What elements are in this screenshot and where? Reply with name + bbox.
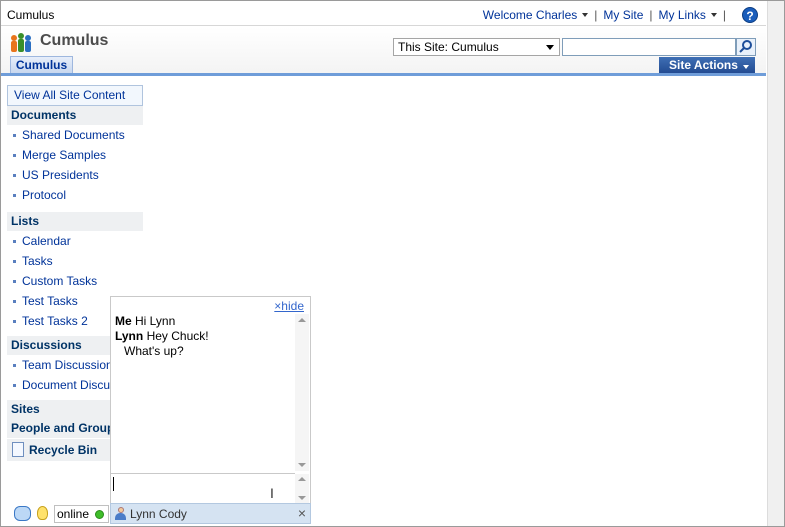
my-links-label: My Links: [658, 8, 706, 22]
search-input[interactable]: [562, 38, 736, 56]
ql-item[interactable]: Custom Tasks: [7, 271, 143, 291]
ql-heading-documents[interactable]: Documents: [7, 106, 143, 125]
ibeam-cursor-icon: I: [270, 485, 274, 501]
lightbulb-icon[interactable]: [37, 506, 48, 520]
ql-item[interactable]: Tasks: [7, 251, 143, 271]
page-title[interactable]: Cumulus: [40, 32, 108, 50]
chat-status-bar: online Lynn Cody ×: [8, 503, 311, 524]
search-scope-value: This Site: Cumulus: [398, 40, 499, 54]
view-all-site-content-link[interactable]: View All Site Content: [7, 85, 143, 106]
chat-message-input[interactable]: I: [111, 473, 295, 504]
chat-window: ×hide Me Hi Lynn Lynn Hey Chuck! What's …: [110, 296, 311, 504]
chevron-down-icon: [582, 13, 589, 17]
ql-heading-lists[interactable]: Lists: [7, 212, 143, 231]
presence-status[interactable]: online: [54, 505, 109, 523]
online-status-icon: [95, 510, 104, 519]
ql-item[interactable]: Merge Samples: [7, 145, 143, 165]
ql-item[interactable]: Protocol: [7, 185, 143, 205]
person-icon: [115, 507, 126, 521]
chat-message: Me Hi Lynn: [115, 314, 291, 329]
recycle-bin-icon: [12, 442, 24, 457]
site-header: Cumulus This Site: Cumulus: [1, 27, 766, 75]
chat-contact-tab[interactable]: Lynn Cody ×: [110, 503, 311, 524]
separator: |: [722, 8, 726, 22]
scroll-down-icon[interactable]: [298, 496, 306, 500]
site-actions-button[interactable]: Site Actions: [659, 57, 755, 74]
chat-text: Hey Chuck!: [146, 329, 209, 343]
chat-hide-link[interactable]: ×hide: [274, 299, 304, 313]
help-icon[interactable]: ?: [742, 7, 758, 23]
scroll-down-icon[interactable]: [298, 463, 306, 467]
chat-text-continuation: What's up?: [124, 344, 184, 358]
chevron-down-icon: [710, 13, 717, 17]
search-button[interactable]: [736, 38, 756, 56]
presence-label: online: [57, 507, 90, 521]
close-icon[interactable]: ×: [298, 505, 306, 521]
tab-bar: [1, 73, 766, 76]
separator: |: [594, 8, 598, 22]
scroll-up-icon[interactable]: [298, 477, 306, 481]
chevron-down-icon: [546, 45, 554, 50]
site-breadcrumb[interactable]: Cumulus: [7, 8, 54, 22]
chat-message: Lynn Hey Chuck!: [115, 329, 291, 344]
top-links: Welcome Charles | My Site | My Links | ?: [483, 7, 758, 23]
search-scope-select[interactable]: This Site: Cumulus: [393, 38, 560, 56]
welcome-label: Welcome Charles: [482, 8, 578, 22]
chat-text: Hi Lynn: [135, 314, 176, 328]
ql-item[interactable]: US Presidents: [7, 165, 143, 185]
my-links-menu[interactable]: My Links: [659, 8, 717, 22]
tab-cumulus[interactable]: Cumulus: [10, 56, 73, 74]
ql-item[interactable]: Calendar: [7, 231, 143, 251]
chat-log-scrollbar[interactable]: [295, 314, 309, 471]
separator: |: [649, 8, 653, 22]
contact-name: Lynn Cody: [130, 507, 187, 521]
welcome-menu[interactable]: Welcome Charles: [482, 8, 589, 22]
my-site-link[interactable]: My Site: [603, 8, 643, 22]
chat-input-scrollbar[interactable]: [295, 474, 309, 503]
chat-bubble-icon[interactable]: [14, 506, 31, 521]
top-bar: Cumulus Welcome Charles | My Site | My L…: [1, 1, 766, 26]
site-actions-label: Site Actions: [669, 58, 738, 72]
search-icon: [739, 40, 752, 53]
page-scrollbar[interactable]: [767, 1, 784, 526]
ql-item[interactable]: Shared Documents: [7, 125, 143, 145]
chat-sender: Lynn: [115, 329, 144, 343]
text-cursor: [113, 477, 114, 491]
site-logo-icon: [11, 33, 31, 52]
chat-log: Me Hi Lynn Lynn Hey Chuck! What's up?: [111, 312, 295, 472]
recycle-bin-label: Recycle Bin: [29, 443, 98, 457]
chevron-down-icon: [742, 65, 749, 69]
chat-sender: Me: [115, 314, 132, 328]
scroll-up-icon[interactable]: [298, 318, 306, 322]
